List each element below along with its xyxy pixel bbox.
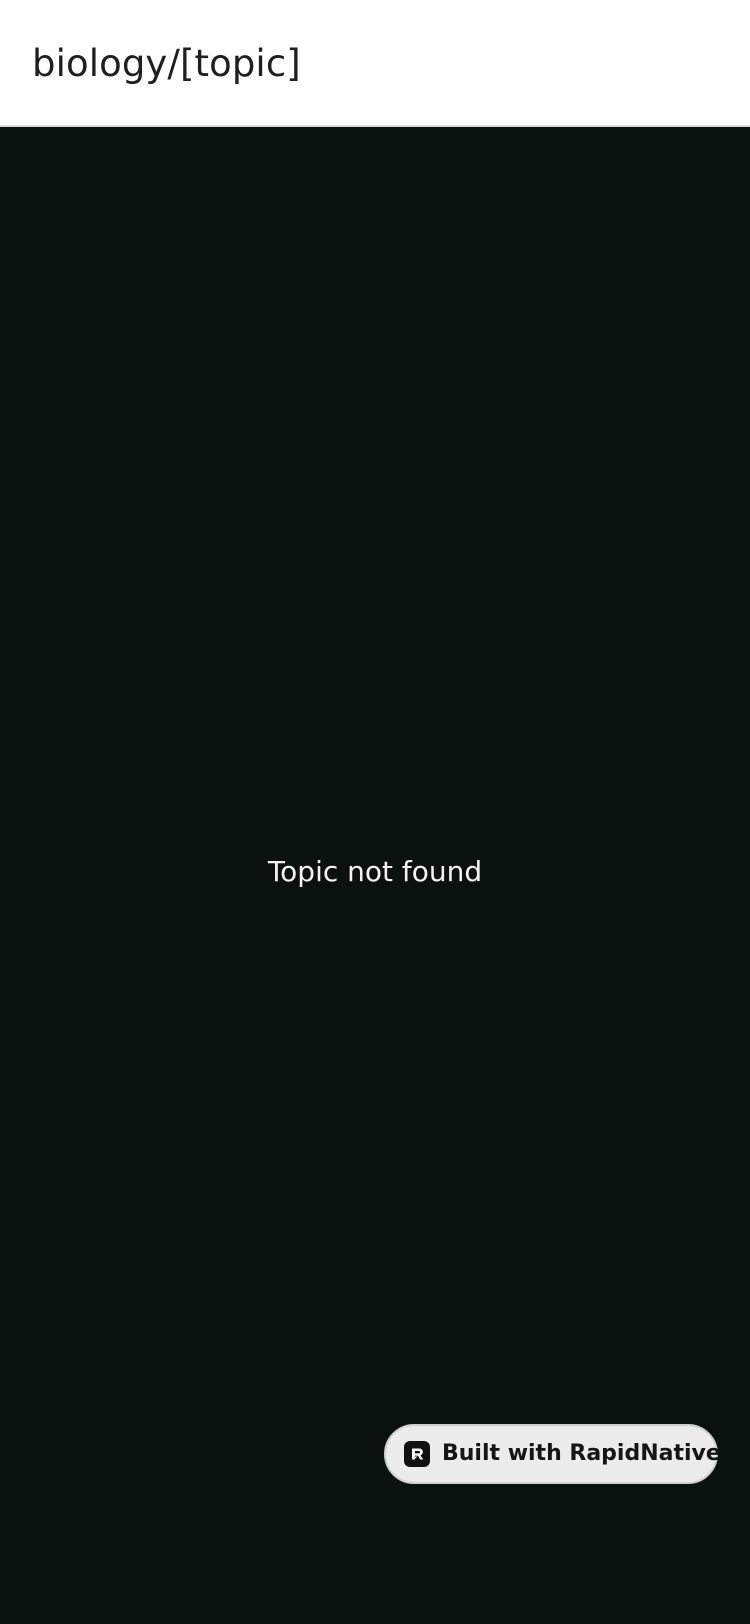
built-with-rapidnative-badge[interactable]: Built with RapidNative xyxy=(384,1424,721,1484)
topic-not-found-message: Topic not found xyxy=(267,855,483,888)
rapidnative-logo-icon xyxy=(404,1441,430,1467)
main-content: Topic not found xyxy=(0,127,750,1624)
app-header: biology/[topic] xyxy=(0,0,750,127)
badge-label: Built with RapidNative xyxy=(442,1441,721,1466)
page-title: biology/[topic] xyxy=(32,42,301,85)
